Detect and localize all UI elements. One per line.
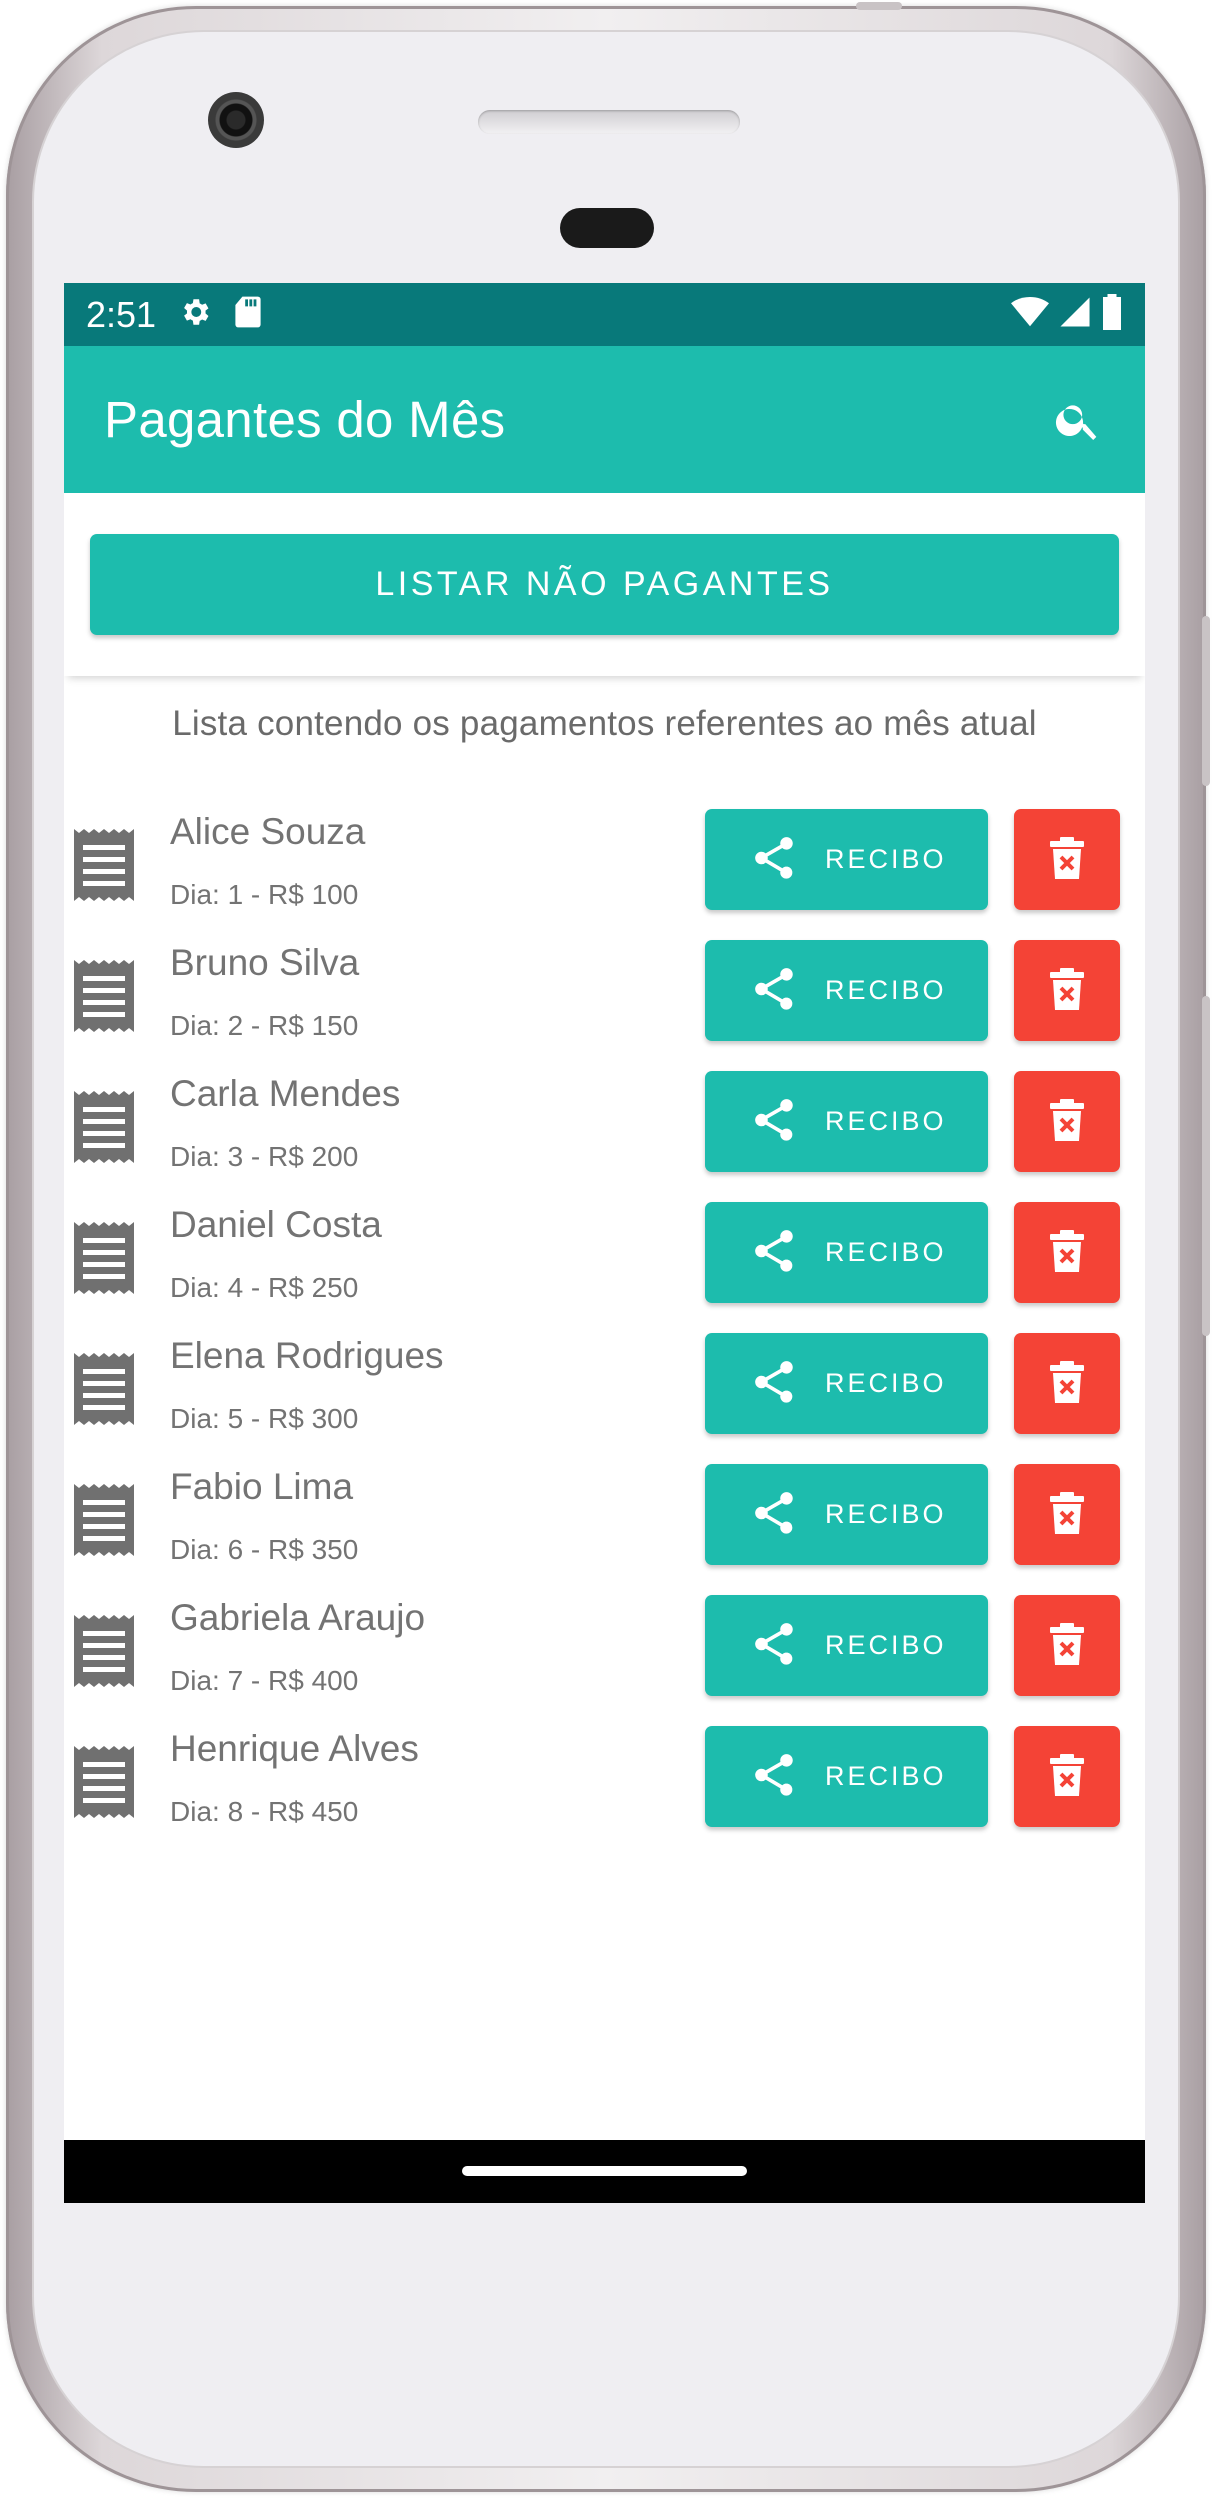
share-icon (749, 1095, 799, 1148)
delete-icon (1050, 1230, 1084, 1275)
receipt-button[interactable]: RECIBO (705, 1464, 988, 1565)
receipt-button-label: RECIBO (825, 1630, 947, 1660)
receipt-button[interactable]: RECIBO (705, 940, 988, 1041)
payment-detail: Dia: 6 - R$ 350 (170, 1534, 359, 1565)
home-handle[interactable] (462, 2166, 747, 2176)
receipt-button-label: RECIBO (825, 1761, 947, 1791)
payer-name: Carla Mendes (170, 1073, 401, 1114)
payer-name: Alice Souza (170, 811, 366, 852)
payer-name: Gabriela Araujo (170, 1597, 426, 1638)
list-item: Alice Souza Dia: 1 - R$ 100 RECIBO (64, 809, 1145, 942)
cell-signal-icon (1059, 295, 1091, 334)
receipt-button-label: RECIBO (825, 1368, 947, 1398)
navigation-bar (64, 2140, 1145, 2203)
receipt-icon (74, 1353, 134, 1425)
payment-detail: Dia: 8 - R$ 450 (170, 1796, 359, 1827)
receipt-icon (74, 960, 134, 1032)
delete-button[interactable] (1014, 1595, 1120, 1696)
receipt-button[interactable]: RECIBO (705, 1595, 988, 1696)
share-icon (749, 1619, 799, 1672)
list-item: Carla Mendes Dia: 3 - R$ 200 RECIBO (64, 1071, 1145, 1204)
delete-icon (1050, 837, 1084, 882)
volume-button (1202, 996, 1210, 1336)
page-title: Pagantes do Mês (104, 391, 506, 448)
sd-card-icon (234, 295, 262, 334)
proximity-sensor (560, 208, 654, 248)
delete-button[interactable] (1014, 1464, 1120, 1565)
status-time: 2:51 (86, 293, 157, 335)
share-icon (749, 964, 799, 1017)
receipt-button[interactable]: RECIBO (705, 1726, 988, 1827)
search-icon[interactable] (1051, 393, 1105, 447)
delete-button[interactable] (1014, 1333, 1120, 1434)
list-caption: Lista contendo os pagamentos referentes … (172, 704, 1037, 743)
share-icon (749, 1488, 799, 1541)
wifi-icon (1011, 295, 1049, 334)
list-item: Henrique Alves Dia: 8 - R$ 450 RECIBO (64, 1726, 1145, 1859)
receipt-button-label: RECIBO (825, 975, 947, 1005)
app-screen: 2:51 Pagantes do Mês LISTAR NÃO PAGANTES… (64, 283, 1145, 2203)
payer-name: Bruno Silva (170, 942, 360, 983)
share-icon (749, 1750, 799, 1803)
receipt-button[interactable]: RECIBO (705, 1071, 988, 1172)
payer-name: Henrique Alves (170, 1728, 419, 1769)
delete-button[interactable] (1014, 1071, 1120, 1172)
receipt-icon (74, 829, 134, 901)
list-item: Daniel Costa Dia: 4 - R$ 250 RECIBO (64, 1202, 1145, 1335)
power-button (1202, 616, 1210, 786)
speaker-grille (478, 110, 740, 134)
list-unpaid-button[interactable]: LISTAR NÃO PAGANTES (90, 534, 1119, 635)
receipt-button-label: RECIBO (825, 1237, 947, 1267)
delete-button[interactable] (1014, 940, 1120, 1041)
payment-detail: Dia: 2 - R$ 150 (170, 1010, 359, 1041)
actions-card: LISTAR NÃO PAGANTES (64, 493, 1145, 676)
list-item: Gabriela Araujo Dia: 7 - R$ 400 RECIBO (64, 1595, 1145, 1728)
delete-button[interactable] (1014, 1726, 1120, 1827)
share-icon (749, 1357, 799, 1410)
payer-name: Daniel Costa (170, 1204, 382, 1245)
battery-icon (1101, 294, 1123, 335)
receipt-button[interactable]: RECIBO (705, 1333, 988, 1434)
delete-button[interactable] (1014, 809, 1120, 910)
receipt-button-label: RECIBO (825, 844, 947, 874)
payer-name: Fabio Lima (170, 1466, 354, 1507)
status-bar: 2:51 (64, 283, 1145, 346)
payment-detail: Dia: 5 - R$ 300 (170, 1403, 359, 1434)
payments-list: Alice Souza Dia: 1 - R$ 100 RECIBO Bruno… (64, 809, 1145, 1859)
receipt-icon (74, 1091, 134, 1163)
share-icon (749, 833, 799, 886)
receipt-button-label: RECIBO (825, 1499, 947, 1529)
delete-icon (1050, 1623, 1084, 1668)
payer-name: Elena Rodrigues (170, 1335, 444, 1376)
delete-icon (1050, 1099, 1084, 1144)
settings-icon (178, 295, 212, 334)
top-button (856, 2, 902, 10)
receipt-button[interactable]: RECIBO (705, 1202, 988, 1303)
receipt-button-label: RECIBO (825, 1106, 947, 1136)
list-item: Elena Rodrigues Dia: 5 - R$ 300 RECIBO (64, 1333, 1145, 1466)
receipt-button[interactable]: RECIBO (705, 809, 988, 910)
front-camera (208, 92, 264, 148)
receipt-icon (74, 1746, 134, 1818)
payment-detail: Dia: 7 - R$ 400 (170, 1665, 359, 1696)
payment-detail: Dia: 3 - R$ 200 (170, 1141, 359, 1172)
delete-icon (1050, 1492, 1084, 1537)
list-item: Fabio Lima Dia: 6 - R$ 350 RECIBO (64, 1464, 1145, 1597)
list-item: Bruno Silva Dia: 2 - R$ 150 RECIBO (64, 940, 1145, 1073)
app-bar: Pagantes do Mês (64, 346, 1145, 493)
receipt-icon (74, 1484, 134, 1556)
receipt-icon (74, 1615, 134, 1687)
payment-detail: Dia: 4 - R$ 250 (170, 1272, 359, 1303)
payment-detail: Dia: 1 - R$ 100 (170, 879, 359, 910)
delete-icon (1050, 968, 1084, 1013)
receipt-icon (74, 1222, 134, 1294)
delete-icon (1050, 1361, 1084, 1406)
delete-button[interactable] (1014, 1202, 1120, 1303)
share-icon (749, 1226, 799, 1279)
delete-icon (1050, 1754, 1084, 1799)
